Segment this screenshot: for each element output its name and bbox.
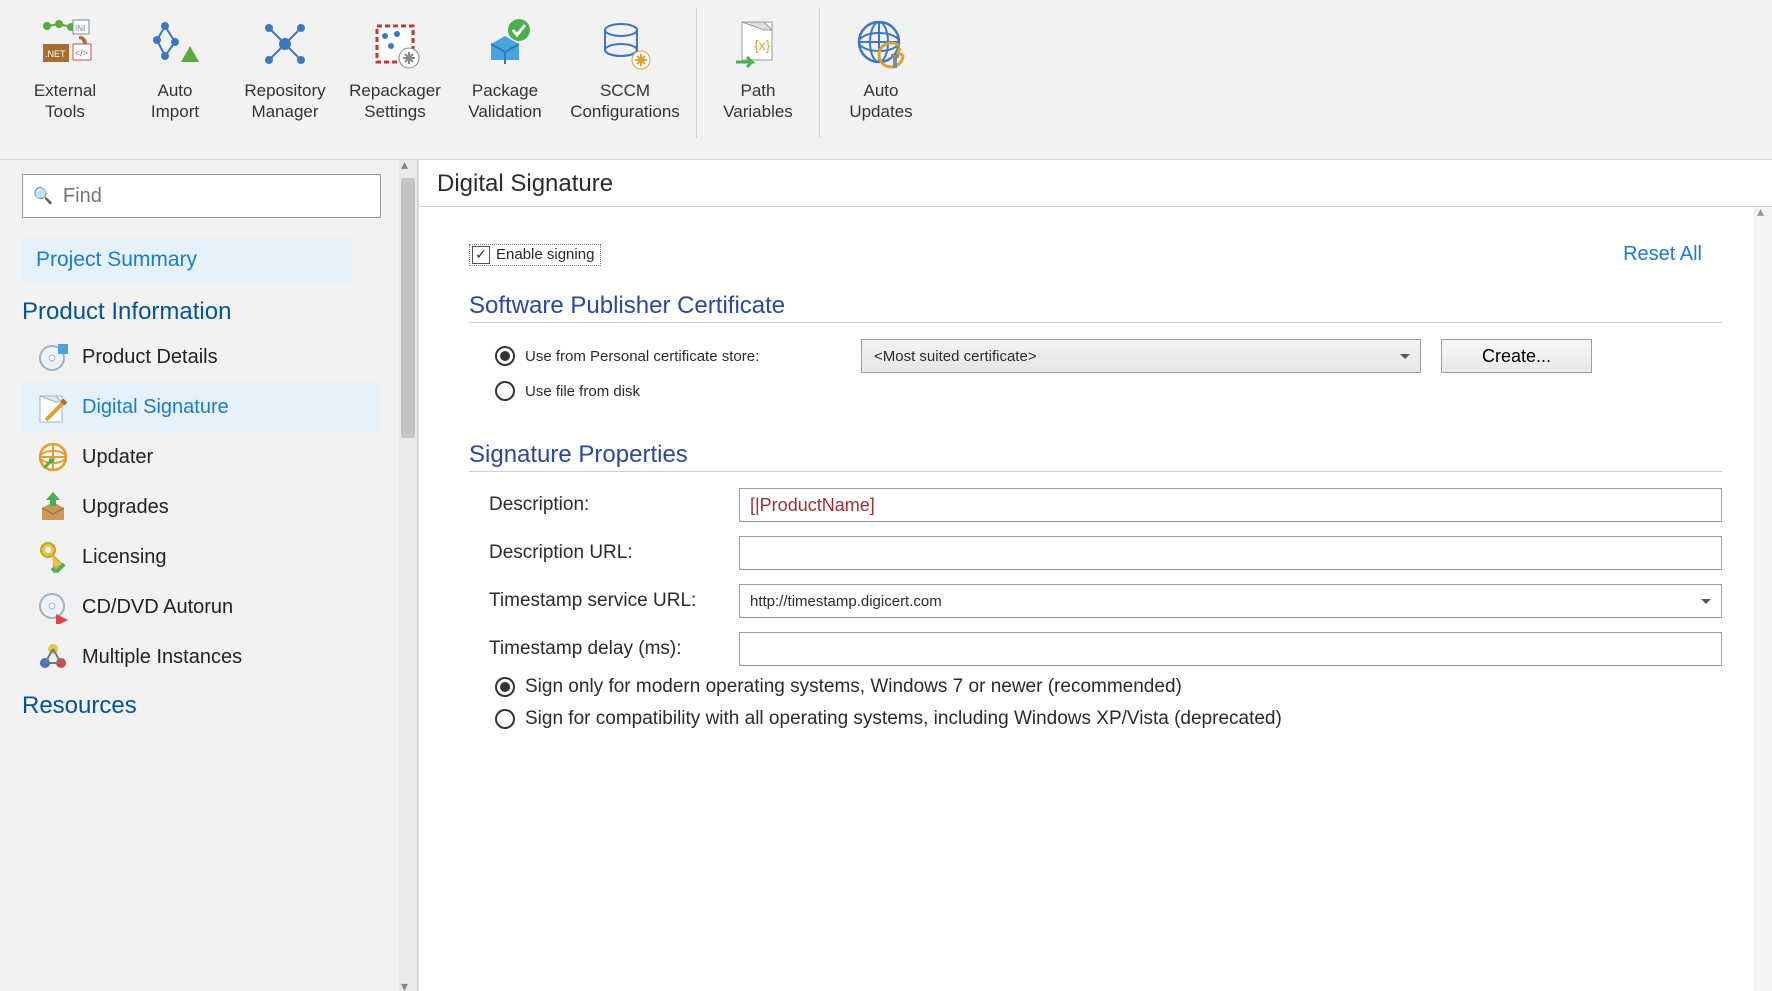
workspace: 🔍 Project Summary Product Information Pr…	[0, 160, 1772, 991]
auto-import-icon	[143, 12, 207, 76]
radio-personal-store[interactable]	[495, 346, 515, 366]
sidebar-item-product-details[interactable]: Product Details	[22, 332, 381, 382]
sidebar-project-summary[interactable]: Project Summary	[22, 238, 352, 282]
main-panel: Digital Signature ✓ Enable signing Reset…	[418, 160, 1772, 991]
auto-updates-icon	[849, 12, 913, 76]
radio-sign-modern[interactable]	[495, 677, 515, 697]
tool-label: ExternalTools	[34, 80, 96, 123]
input-description[interactable]	[739, 488, 1722, 522]
radio-file-from-disk[interactable]	[495, 381, 515, 401]
search-input[interactable]	[61, 184, 370, 209]
svg-text:</>: </>	[75, 48, 88, 58]
scrollbar-thumb[interactable]	[401, 178, 415, 438]
tool-label: RepositoryManager	[244, 80, 325, 123]
radio-label: Sign only for modern operating systems, …	[525, 676, 1182, 698]
auto-updates-button[interactable]: AutoUpdates	[826, 8, 936, 138]
checkbox-label: Enable signing	[496, 246, 594, 263]
instances-icon	[34, 638, 72, 676]
chevron-down-icon	[1701, 599, 1711, 609]
tool-label: PackageValidation	[468, 80, 541, 123]
radio-sign-legacy[interactable]	[495, 709, 515, 729]
repository-manager-button[interactable]: RepositoryManager	[230, 8, 340, 138]
sidebar-item-label: Licensing	[82, 546, 167, 569]
sidebar-scrollbar[interactable]	[399, 160, 417, 991]
sidebar-item-label: Product Details	[82, 346, 218, 369]
radio-label: Sign for compatibility with all operatin…	[525, 708, 1282, 730]
repackager-settings-button[interactable]: RepackagerSettings	[340, 8, 450, 138]
combo-value: <Most suited certificate>	[874, 348, 1037, 365]
upgrades-icon	[34, 488, 72, 526]
checkmark-icon: ✓	[472, 246, 490, 264]
input-description-url[interactable]	[739, 536, 1722, 570]
page-title: Digital Signature	[419, 160, 1772, 207]
sidebar-item-digital-signature[interactable]: Digital Signature	[22, 382, 381, 432]
sidebar-item-licensing[interactable]: Licensing	[22, 532, 381, 582]
radio-label: Use file from disk	[525, 383, 640, 400]
path-variables-button[interactable]: {x} PathVariables	[703, 8, 813, 138]
svg-text:.NET: .NET	[45, 49, 66, 59]
repository-manager-icon	[253, 12, 317, 76]
reset-all-link[interactable]: Reset All	[1623, 243, 1702, 266]
path-variables-icon: {x}	[726, 12, 790, 76]
toolbar-group-3: AutoUpdates	[820, 8, 942, 138]
sidebar: 🔍 Project Summary Product Information Pr…	[0, 160, 418, 991]
label-timestamp-url: Timestamp service URL:	[489, 590, 719, 612]
updater-icon	[34, 438, 72, 476]
sccm-icon	[593, 12, 657, 76]
find-box[interactable]: 🔍	[22, 174, 381, 218]
chevron-down-icon	[1400, 354, 1410, 364]
section-heading-signature-props: Signature Properties	[469, 441, 1722, 472]
sidebar-item-label: CD/DVD Autorun	[82, 596, 233, 619]
sidebar-item-label: Upgrades	[82, 496, 169, 519]
radio-label: Use from Personal certificate store:	[525, 348, 825, 365]
toolbar-group-1: INI .NET </> ExternalTools AutoImport	[4, 8, 697, 138]
sccm-configurations-button[interactable]: SCCMConfigurations	[560, 8, 690, 138]
licensing-icon	[34, 538, 72, 576]
select-timestamp-url[interactable]: http://timestamp.digicert.com	[739, 584, 1722, 618]
label-timestamp-delay: Timestamp delay (ms):	[489, 638, 719, 660]
sidebar-heading-resources: Resources	[22, 692, 381, 720]
autorun-icon	[34, 588, 72, 626]
sidebar-item-upgrades[interactable]: Upgrades	[22, 482, 381, 532]
label-description-url: Description URL:	[489, 542, 719, 564]
main-scrollbar[interactable]	[1754, 207, 1772, 991]
section-heading-certificate: Software Publisher Certificate	[469, 292, 1722, 323]
package-validation-icon	[473, 12, 537, 76]
sidebar-item-multiple-instances[interactable]: Multiple Instances	[22, 632, 381, 682]
select-value: http://timestamp.digicert.com	[750, 593, 942, 610]
tool-label: RepackagerSettings	[349, 80, 441, 123]
label-description: Description:	[489, 494, 719, 516]
toolbar: INI .NET </> ExternalTools AutoImport	[0, 0, 1772, 160]
toolbar-group-2: {x} PathVariables	[697, 8, 820, 138]
sidebar-item-label: Digital Signature	[82, 396, 229, 419]
tool-label: AutoUpdates	[849, 80, 912, 123]
sidebar-item-updater[interactable]: Updater	[22, 432, 381, 482]
create-button[interactable]: Create...	[1441, 339, 1592, 373]
input-timestamp-delay[interactable]	[739, 632, 1722, 666]
tool-label: SCCMConfigurations	[570, 80, 680, 123]
sidebar-item-cd-dvd-autorun[interactable]: CD/DVD Autorun	[22, 582, 381, 632]
external-tools-button[interactable]: INI .NET </> ExternalTools	[10, 8, 120, 138]
tool-label: AutoImport	[151, 80, 199, 123]
enable-signing-checkbox[interactable]: ✓ Enable signing	[469, 244, 601, 266]
disc-icon	[34, 338, 72, 376]
package-validation-button[interactable]: PackageValidation	[450, 8, 560, 138]
sidebar-heading-product-info: Product Information	[22, 298, 381, 326]
svg-text:{x}: {x}	[754, 37, 771, 53]
signature-icon	[34, 388, 72, 426]
auto-import-button[interactable]: AutoImport	[120, 8, 230, 138]
external-tools-icon: INI .NET </>	[33, 12, 97, 76]
search-icon: 🔍	[33, 186, 53, 206]
sidebar-item-label: Multiple Instances	[82, 646, 242, 669]
sidebar-item-label: Updater	[82, 446, 153, 469]
repackager-icon	[363, 12, 427, 76]
tool-label: PathVariables	[723, 80, 793, 123]
certificate-combo[interactable]: <Most suited certificate>	[861, 339, 1421, 373]
svg-text:INI: INI	[75, 24, 85, 33]
